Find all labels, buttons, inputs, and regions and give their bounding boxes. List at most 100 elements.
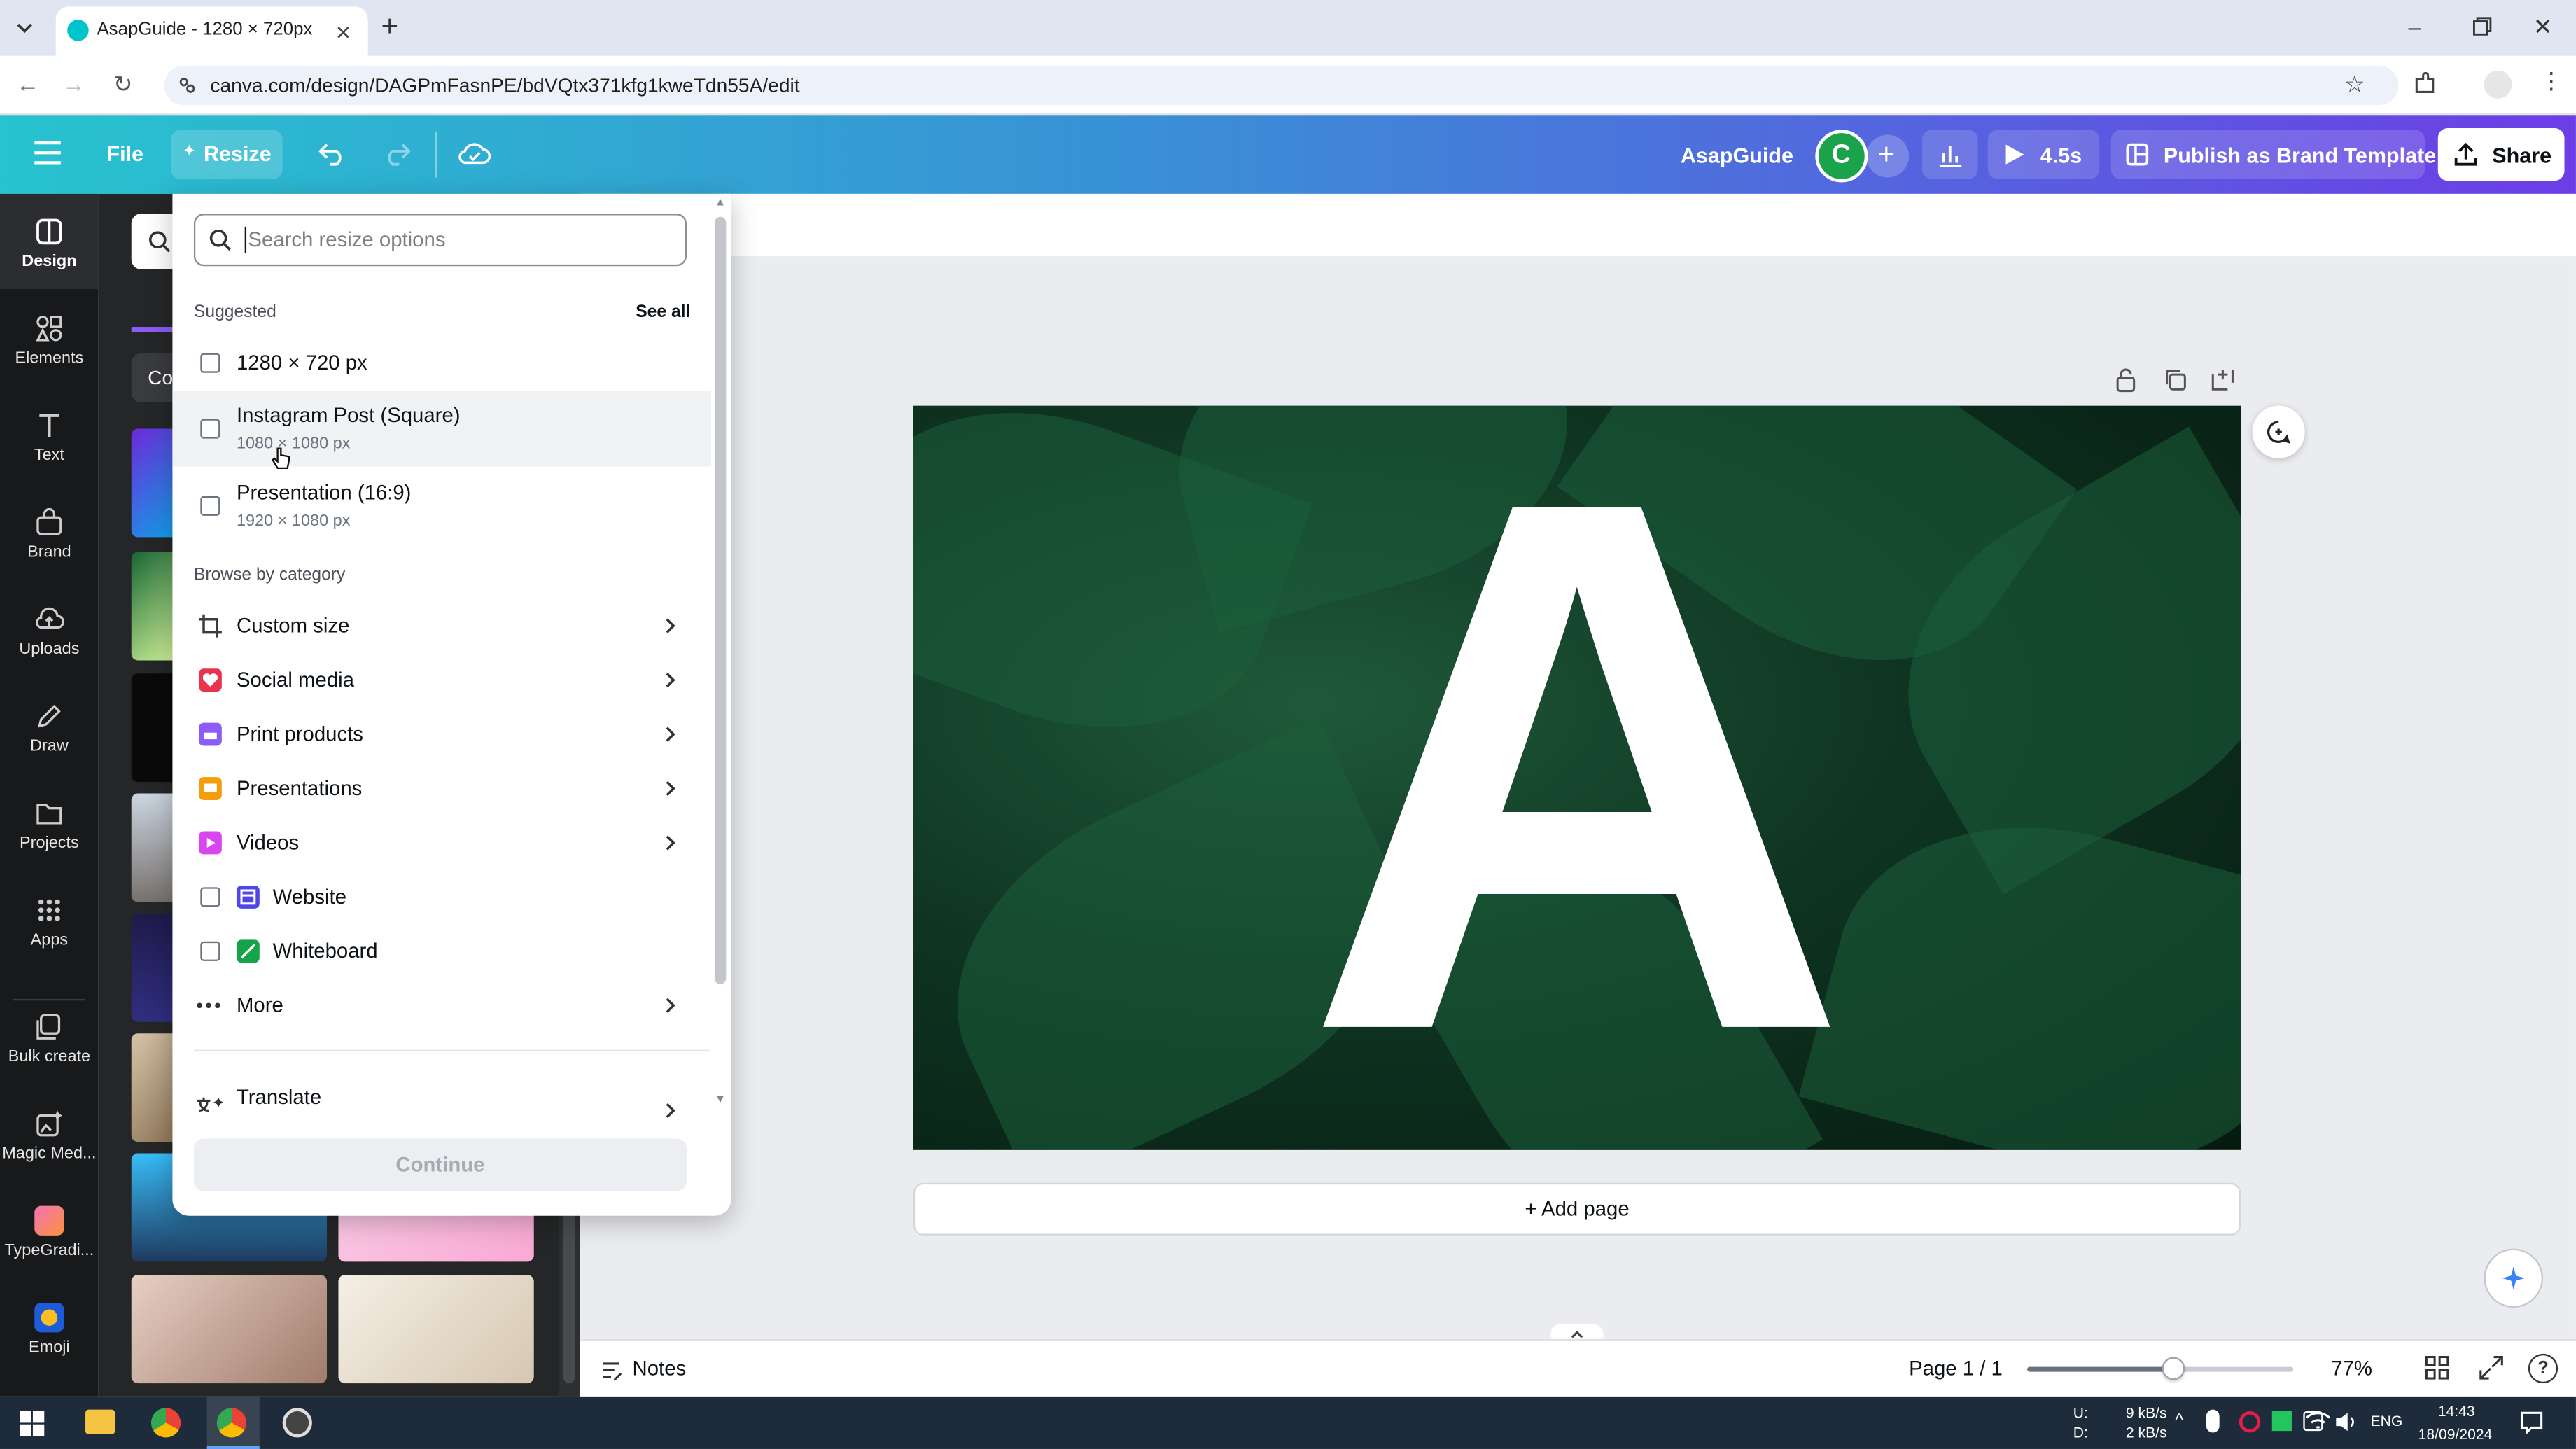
rail-design[interactable]: Design [0,217,99,271]
tab-close-icon[interactable]: ✕ [335,22,352,45]
bookmark-star-icon[interactable]: ☆ [2344,71,2365,99]
template-thumbnail[interactable] [338,1275,534,1384]
rail-bulk-create[interactable]: Bulk create [0,1012,99,1066]
hamburger-menu-icon[interactable] [33,141,62,164]
rail-text[interactable]: Text [0,411,99,465]
magic-assistant-button[interactable] [2484,1248,2544,1308]
new-tab-icon[interactable]: + [381,10,398,44]
volume-icon[interactable] [2334,1411,2358,1433]
whiteboard-checkbox[interactable] [200,941,220,961]
publish-brand-template-button[interactable]: Publish as Brand Template [2110,130,2436,179]
category-custom-size[interactable]: Custom size [172,600,711,652]
website-checkbox[interactable] [200,887,220,907]
continue-button[interactable]: Continue [193,1138,687,1191]
suggested-item[interactable]: Instagram Post (Square) 1080 × 1080 px [172,391,712,470]
suggested-item[interactable]: 1280 × 720 px [172,337,711,389]
share-button[interactable]: Share [2437,128,2565,181]
microphone-icon[interactable] [2206,1409,2220,1433]
category-label: Website [272,885,347,909]
category-whiteboard[interactable]: Whiteboard [172,925,711,977]
tab-search-icon[interactable] [13,16,36,39]
scroll-up-arrow-icon[interactable]: ▲ [715,197,726,209]
help-icon[interactable]: ? [2528,1353,2558,1384]
scroll-down-arrow-icon[interactable]: ▼ [715,1094,726,1105]
fullscreen-icon[interactable] [2479,1355,2503,1380]
suggested-checkbox[interactable] [200,353,220,373]
clock-date[interactable]: 18/09/2024 [2418,1426,2493,1442]
comment-button[interactable] [2252,405,2305,458]
translate-item[interactable]: Translate [172,1073,711,1119]
duplicate-page-icon[interactable] [2162,366,2189,393]
cloud-save-icon[interactable] [456,138,493,167]
rail-magic-media[interactable]: Magic Med... [0,1109,99,1163]
category-videos[interactable]: Videos [172,816,711,869]
grid-view-icon[interactable] [2425,1355,2449,1380]
windows-start-icon[interactable] [20,1410,45,1436]
template-thumbnail[interactable] [131,1275,328,1384]
wifi-icon[interactable] [2305,1410,2332,1433]
browser-tab[interactable]: AsapGuide - 1280 × 720px ✕ [55,6,368,56]
category-print-products[interactable]: Print products [172,708,711,761]
suggested-checkbox[interactable] [200,496,220,516]
add-page-after-icon[interactable] [2210,366,2236,393]
restore-icon[interactable] [2472,16,2492,36]
user-avatar[interactable]: C [1815,130,1868,183]
recorder-taskbar-icon[interactable] [282,1408,312,1438]
tray-expand-icon[interactable]: ^ [2175,1411,2183,1431]
forward-icon[interactable]: → [62,71,85,97]
suggested-checkbox[interactable] [200,419,220,439]
insights-button[interactable] [1921,130,1978,179]
zoom-slider-thumb[interactable] [2162,1357,2185,1380]
tray-app-icon[interactable] [2272,1410,2292,1432]
present-button[interactable]: 4.5s [1987,130,2100,179]
clock-time[interactable]: 14:43 [2438,1403,2475,1419]
design-canvas[interactable]: A [913,405,2241,1150]
browser-toolbar: ← → ↻ canva.com/design/DAGPmFasnPE/bdVQt… [0,55,2576,115]
category-presentations[interactable]: Presentations [172,762,711,815]
extensions-icon[interactable] [2412,71,2438,97]
page-indicator[interactable]: Page 1 / 1 [1909,1357,2003,1380]
chrome-menu-icon[interactable]: ⋮ [2540,67,2563,95]
rail-projects[interactable]: Projects [0,799,99,853]
undo-icon[interactable] [317,138,350,167]
resize-search-input[interactable]: Search resize options [193,214,687,267]
design-letter[interactable]: A [913,406,2241,1150]
category-more[interactable]: More [172,979,711,1032]
rail-elements[interactable]: Elements [0,314,99,368]
reload-icon[interactable]: ↻ [113,71,133,99]
rail-apps[interactable]: Apps [0,895,99,950]
file-explorer-icon[interactable] [85,1409,115,1434]
invite-add-button[interactable]: + [1866,134,1910,178]
site-info-icon[interactable] [177,76,197,95]
rail-draw[interactable]: Draw [0,701,99,756]
see-all-link[interactable]: See all [636,302,690,322]
back-icon[interactable]: ← [16,71,39,97]
redo-icon[interactable] [379,138,412,167]
project-name[interactable]: AsapGuide [1681,143,1793,167]
dropdown-scrollbar[interactable]: ▲ ▼ [711,194,731,1114]
zoom-level[interactable]: 77% [2331,1357,2372,1380]
window-close-icon[interactable]: ✕ [2533,13,2553,41]
rail-uploads[interactable]: Uploads [0,605,99,659]
record-icon[interactable] [2239,1410,2261,1433]
minimize-icon[interactable]: – [2409,13,2421,40]
resize-button[interactable]: ✦ Resize [171,130,283,179]
chrome-taskbar-icon[interactable] [150,1408,181,1438]
file-menu-button[interactable]: File [107,141,144,166]
address-field[interactable]: canva.com/design/DAGPmFasnPE/bdVQtx371kf… [164,65,2399,106]
language-indicator[interactable]: ENG [2371,1413,2403,1429]
add-page-button[interactable]: + Add page [913,1182,2241,1236]
category-website[interactable]: Website [172,871,711,923]
profile-avatar[interactable] [2484,70,2512,99]
rail-emoji[interactable]: Emoji [0,1303,99,1357]
zoom-slider[interactable] [2027,1357,2294,1380]
dropdown-scrollbar-thumb[interactable] [714,216,727,984]
rail-brand[interactable]: Brand [0,507,99,562]
chrome-profile-taskbar-icon[interactable] [216,1408,247,1438]
rail-label: Design [22,253,77,272]
rail-typegradient[interactable]: TypeGradi... [0,1205,99,1260]
lock-icon[interactable] [2113,366,2139,393]
notifications-icon[interactable] [2520,1411,2543,1434]
suggested-item[interactable]: Presentation (16:9) 1920 × 1080 px [172,468,711,544]
category-social-media[interactable]: Social media [172,654,711,706]
